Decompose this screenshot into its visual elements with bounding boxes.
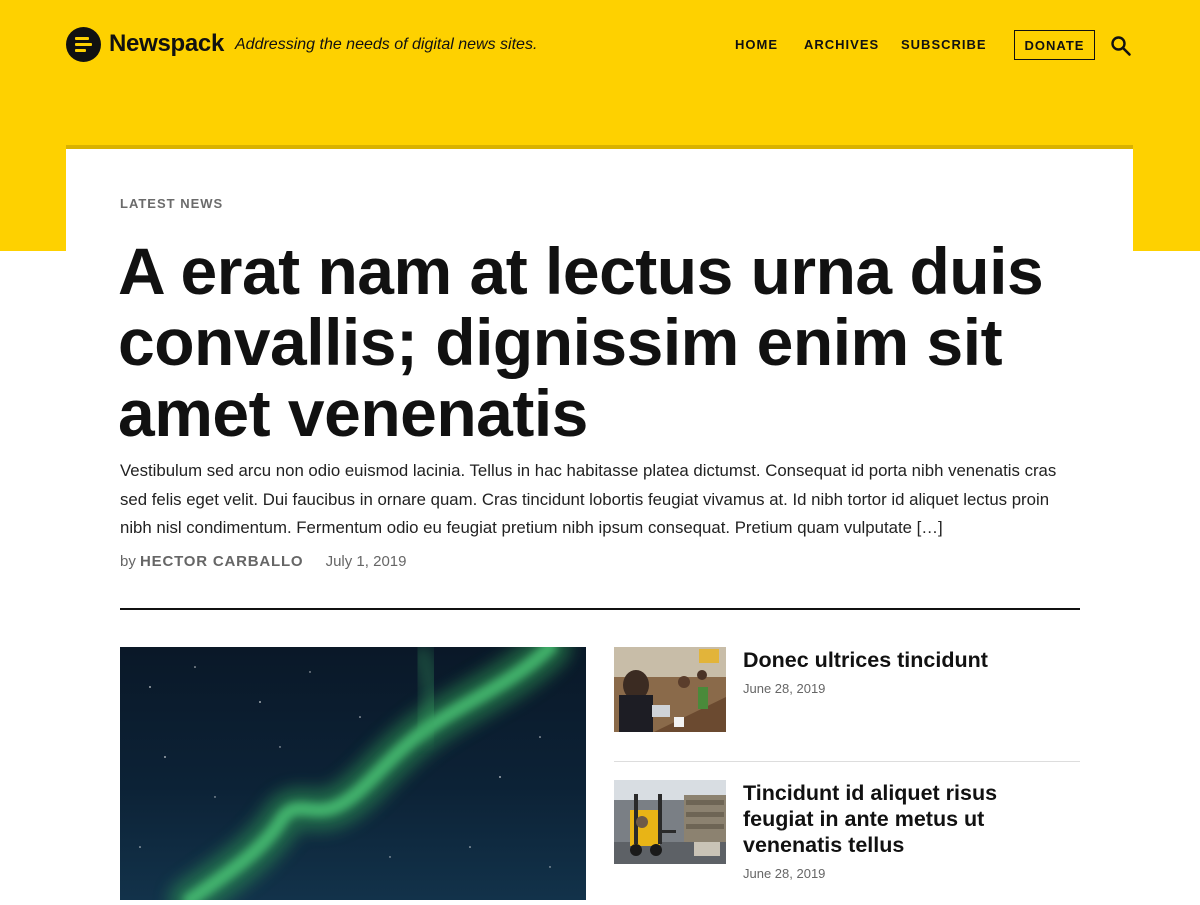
byline-prefix: by bbox=[120, 553, 136, 570]
story-thumbnail-office[interactable] bbox=[614, 647, 726, 732]
search-icon bbox=[1111, 36, 1131, 56]
author-link[interactable]: HECTOR CARBALLO bbox=[140, 553, 303, 570]
story-thumbnail-warehouse[interactable] bbox=[614, 780, 726, 864]
featured-excerpt: Vestibulum sed arcu non odio euismod lac… bbox=[120, 461, 1057, 537]
story-divider bbox=[614, 761, 1080, 762]
featured-byline: by HECTOR CARBALLO July 1, 2019 bbox=[120, 553, 406, 570]
section-divider bbox=[120, 608, 1080, 610]
nav-home[interactable]: HOME bbox=[735, 37, 778, 52]
aurora-image[interactable] bbox=[120, 647, 586, 900]
donate-button[interactable]: DONATE bbox=[1014, 30, 1095, 60]
nav-archives[interactable]: ARCHIVES bbox=[804, 37, 879, 52]
site-title[interactable]: Newspack bbox=[109, 30, 224, 58]
story-title[interactable]: Donec ultrices tincidunt bbox=[743, 647, 1063, 673]
site-tagline: Addressing the needs of digital news sit… bbox=[235, 36, 538, 53]
site-header: Newspack Addressing the needs of digital… bbox=[0, 0, 1200, 90]
office-photo bbox=[614, 647, 726, 732]
story-title[interactable]: Tincidunt id aliquet risus feugiat in an… bbox=[743, 780, 1063, 858]
nav-subscribe[interactable]: SUBSCRIBE bbox=[901, 37, 987, 52]
story-date: June 28, 2019 bbox=[743, 866, 826, 881]
donate-label: DONATE bbox=[1024, 37, 1085, 53]
featured-date: July 1, 2019 bbox=[325, 553, 407, 570]
category-label[interactable]: LATEST NEWS bbox=[120, 196, 223, 211]
story-date: June 28, 2019 bbox=[743, 681, 826, 696]
search-button[interactable] bbox=[1110, 35, 1132, 57]
featured-headline[interactable]: A erat nam at lectus urna duis convallis… bbox=[118, 236, 1078, 449]
aurora-illustration bbox=[139, 647, 571, 900]
warehouse-photo bbox=[614, 780, 726, 864]
newspack-logo-icon[interactable] bbox=[66, 27, 101, 62]
